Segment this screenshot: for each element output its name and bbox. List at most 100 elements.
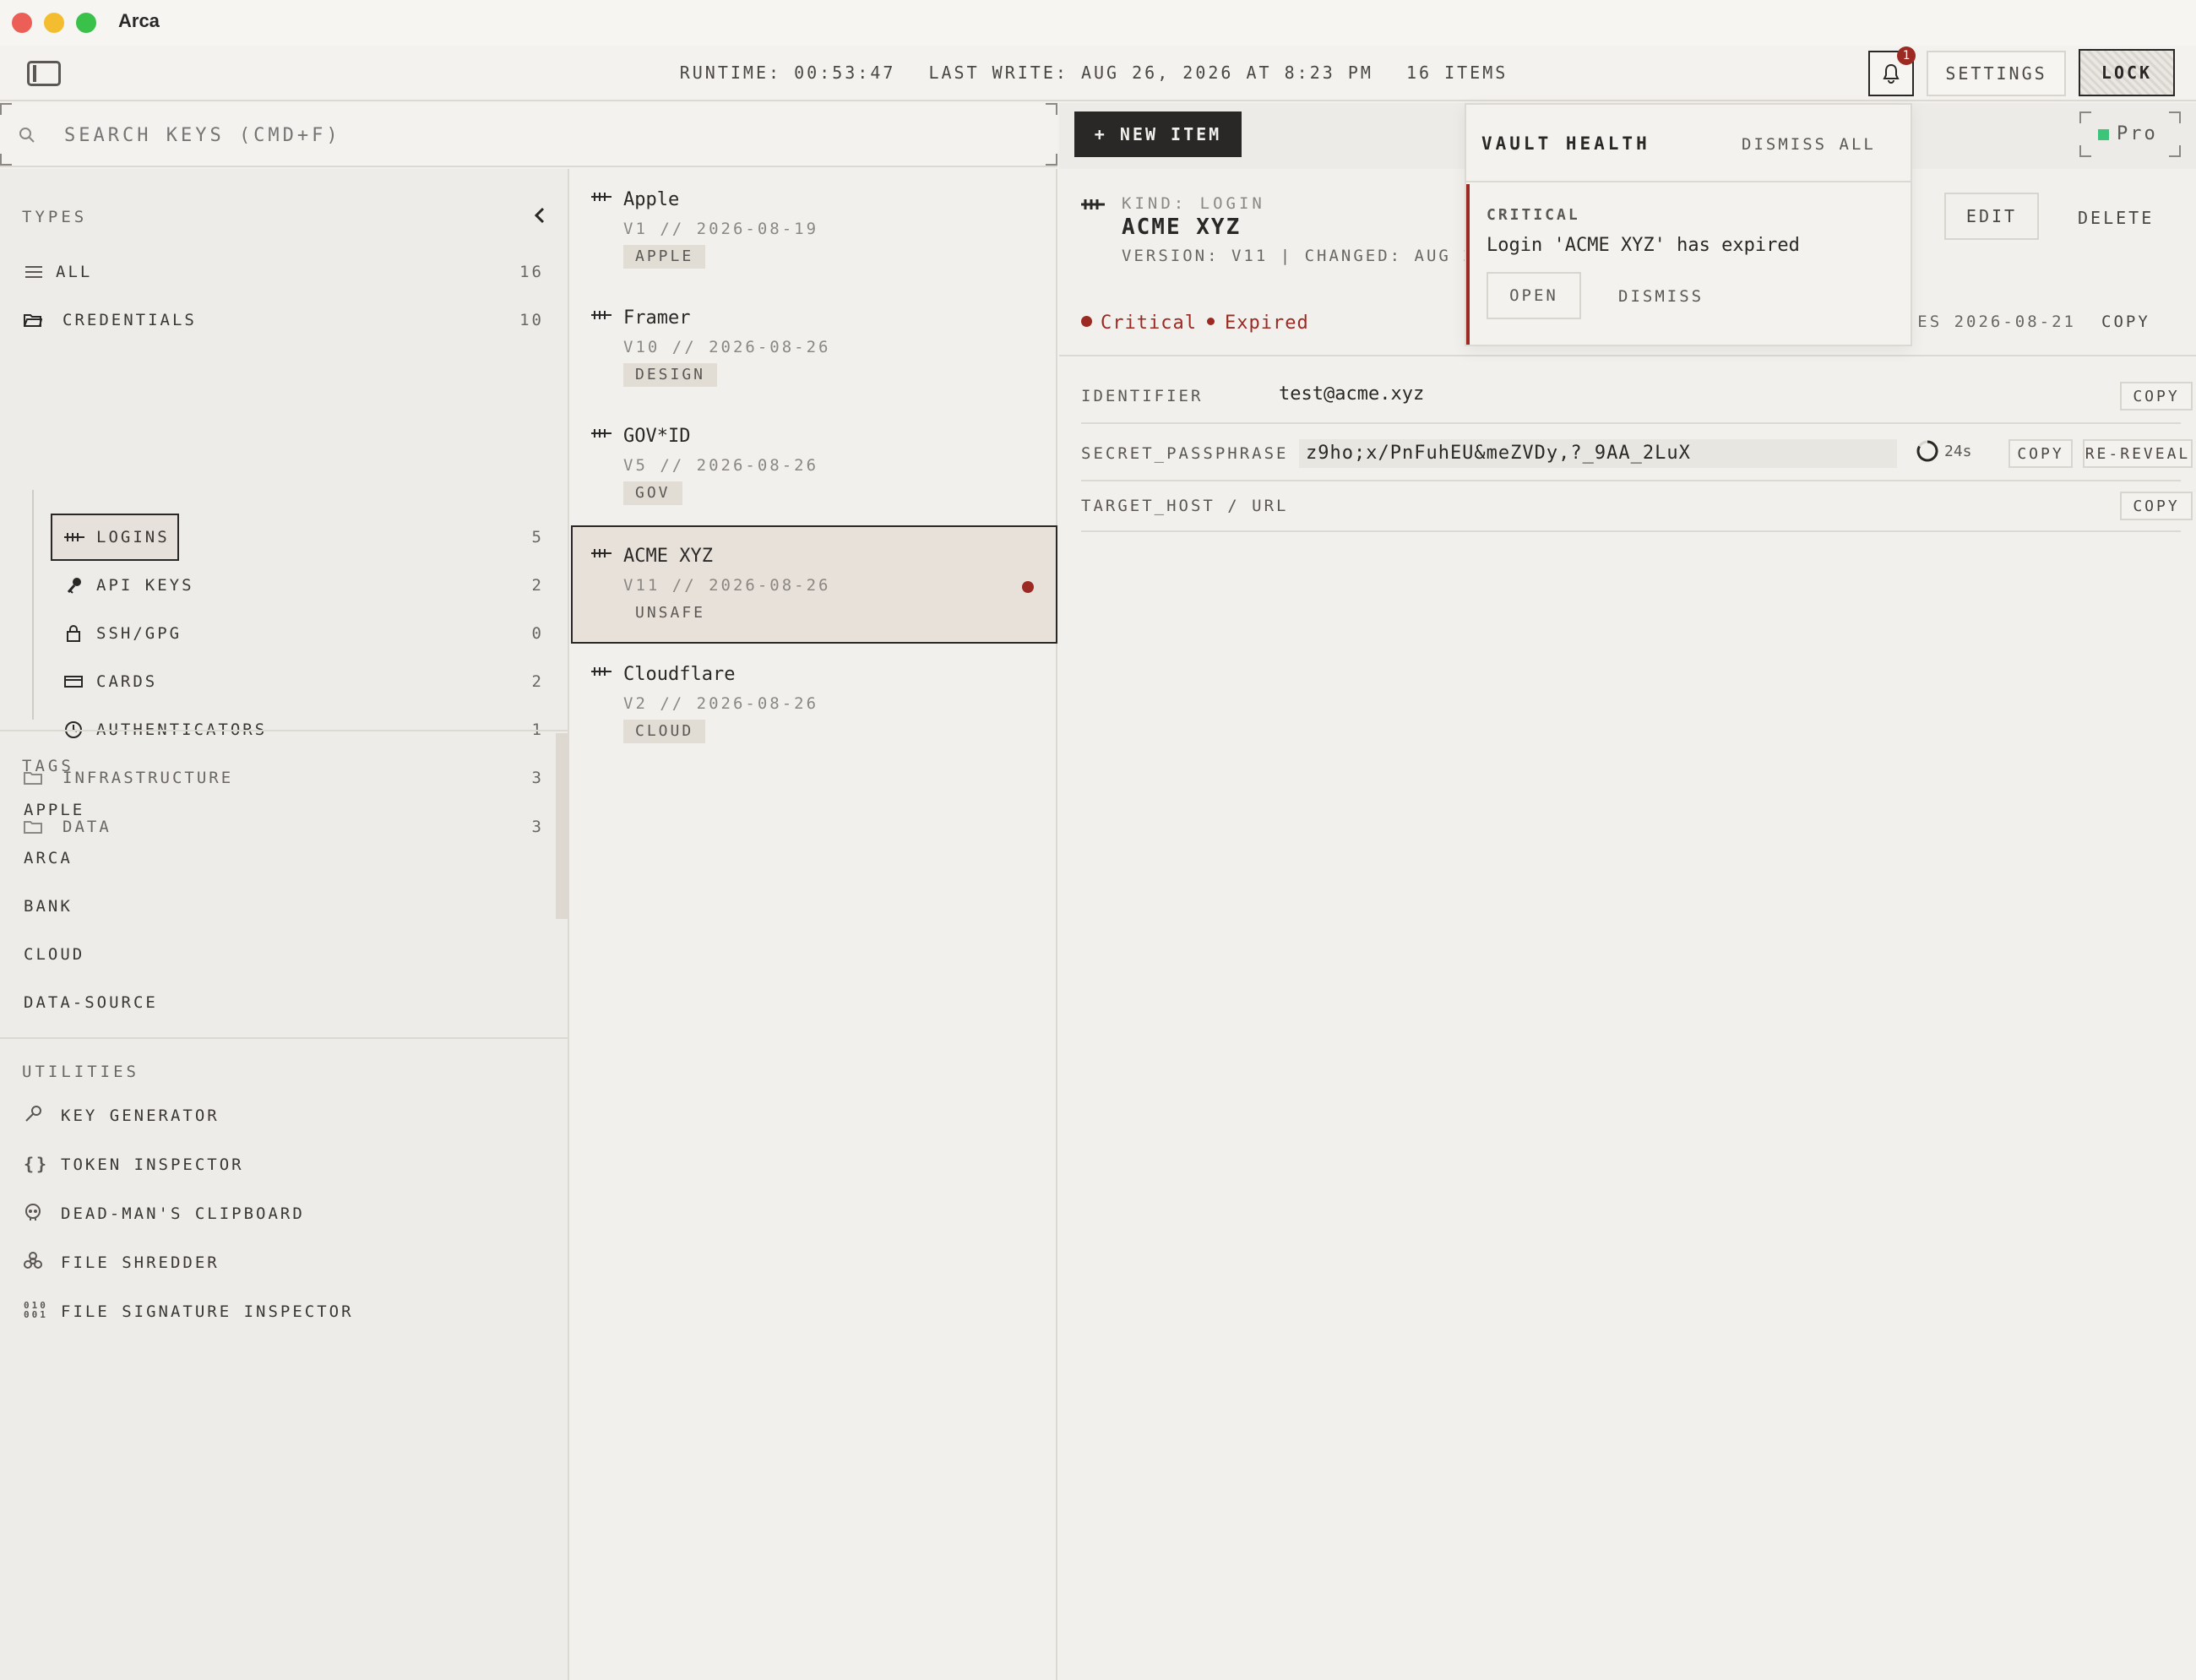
- sidebar-item-cards[interactable]: CARDS 2: [0, 663, 569, 700]
- types-header: TYPES: [22, 208, 88, 226]
- tag-item-bank[interactable]: BANK: [24, 897, 73, 916]
- item-name: ACME XYZ: [623, 546, 713, 567]
- utility-file-shredder[interactable]: FILE SHREDDER: [0, 1247, 569, 1280]
- tag-item-data-source[interactable]: DATA-SOURCE: [24, 993, 158, 1012]
- popover-title: VAULT HEALTH: [1481, 133, 1650, 154]
- popover-header: VAULT HEALTH DISMISS ALL: [1466, 105, 1911, 182]
- sidebar-item-count: 2: [531, 672, 544, 691]
- copy-identifier-button[interactable]: COPY: [2120, 382, 2193, 410]
- utility-label: DEAD-MAN'S CLIPBOARD: [61, 1204, 305, 1223]
- sidebar-item-logins[interactable]: LOGINS 5: [0, 519, 569, 556]
- zoom-window-button[interactable]: [76, 13, 96, 33]
- skull-icon: [24, 1203, 42, 1226]
- sidebar-item-credentials[interactable]: CREDENTIALS 10: [0, 302, 569, 339]
- item-meta: V5 // 2026-08-26: [623, 456, 819, 475]
- field-value[interactable]: test@acme.xyz: [1279, 383, 1424, 405]
- sidebar-item-all[interactable]: ALL 16: [0, 253, 569, 291]
- dismiss-all-button[interactable]: DISMISS ALL: [1742, 135, 1876, 154]
- field-url: TARGET_HOST / URL COPY: [1081, 483, 2193, 532]
- bell-icon: [1883, 63, 1900, 84]
- list-icon: [25, 265, 42, 279]
- key-icon: [24, 1105, 42, 1128]
- login-icon: [591, 549, 612, 557]
- item-name: Cloudflare: [623, 664, 736, 685]
- search-corner-mark: [1046, 103, 1057, 115]
- pro-label: Pro: [2117, 123, 2158, 144]
- sidebar-item-label: LOGINS: [96, 528, 170, 546]
- item-meta: V1 // 2026-08-19: [623, 220, 819, 238]
- copy-url-button[interactable]: COPY: [2120, 492, 2193, 520]
- settings-button[interactable]: SETTINGS: [1927, 51, 2066, 96]
- app-title: Arca: [118, 10, 160, 31]
- open-alert-button[interactable]: OPEN: [1487, 272, 1581, 319]
- re-reveal-button[interactable]: RE-REVEAL: [2083, 439, 2193, 468]
- copy-secret-button[interactable]: COPY: [2008, 439, 2073, 468]
- sidebar-item-api-keys[interactable]: API KEYS 2: [0, 567, 569, 604]
- sidebar-item-label: CARDS: [96, 672, 158, 691]
- field-key: IDENTIFIER: [1081, 387, 1204, 405]
- search-corner-mark: [0, 103, 12, 115]
- sidebar-item-count: 16: [519, 263, 544, 281]
- utility-file-signature-inspector[interactable]: 010 001 FILE SIGNATURE INSPECTOR: [0, 1296, 569, 1329]
- vault-health-popover: VAULT HEALTH DISMISS ALL CRITICAL Login …: [1465, 103, 1912, 346]
- utility-dead-mans-clipboard[interactable]: DEAD-MAN'S CLIPBOARD: [0, 1198, 569, 1231]
- item-name: Apple: [623, 189, 680, 210]
- sidebar-item-ssh-gpg[interactable]: SSH/GPG 0: [0, 615, 569, 652]
- dismiss-alert-button[interactable]: DISMISS: [1618, 287, 1704, 306]
- item-version: VERSION: V11 | CHANGED: AUG 2: [1122, 247, 1468, 265]
- sidebar-item-data[interactable]: DATA 3: [0, 808, 569, 845]
- item-meta: V2 // 2026-08-26: [623, 694, 819, 713]
- item-name: Framer: [623, 307, 691, 329]
- status-critical: Critical: [1101, 313, 1197, 334]
- sidebar-item-infrastructure[interactable]: INFRASTRUCTURE 3: [0, 759, 569, 797]
- list-item[interactable]: Apple V1 // 2026-08-19 APPLE: [571, 169, 1057, 287]
- minimize-window-button[interactable]: [44, 13, 64, 33]
- utility-label: FILE SIGNATURE INSPECTOR: [61, 1302, 354, 1321]
- list-item[interactable]: Cloudflare V2 // 2026-08-26 CLOUD: [571, 644, 1057, 762]
- utility-key-generator[interactable]: KEY GENERATOR: [0, 1100, 569, 1134]
- tag-item-arca[interactable]: ARCA: [24, 849, 73, 867]
- pro-badge[interactable]: Pro: [2079, 111, 2181, 157]
- copy-expiry-button[interactable]: COPY: [2101, 313, 2150, 331]
- sidebar: TYPES ALL 16 CREDENTIALS 10 LOGINS 5 API…: [0, 169, 569, 1680]
- item-tag: GOV: [623, 481, 682, 505]
- utilities-header: UTILITIES: [22, 1063, 139, 1081]
- item-count-readout: 16 ITEMS: [1405, 63, 1508, 83]
- item-meta: V11 // 2026-08-26: [623, 576, 831, 595]
- biohazard-icon: [24, 1252, 42, 1275]
- list-item[interactable]: GOV*ID V5 // 2026-08-26 GOV: [571, 405, 1057, 524]
- lock-button[interactable]: LOCK: [2079, 49, 2175, 96]
- pro-corner-mark: [2079, 145, 2091, 157]
- login-icon: [591, 667, 612, 676]
- chevron-left-icon[interactable]: [532, 206, 547, 225]
- key-icon: [66, 576, 83, 595]
- delete-button[interactable]: DELETE: [2078, 208, 2154, 228]
- tags-scrollbar[interactable]: [556, 733, 569, 919]
- item-tag: UNSAFE: [635, 604, 706, 622]
- status-separator: [1206, 318, 1215, 325]
- runtime-status: RUNTIME: 00:53:47 LAST WRITE: AUG 26, 20…: [0, 63, 2196, 83]
- runtime-readout: RUNTIME: 00:53:47: [679, 63, 896, 83]
- search-bar: [0, 103, 1057, 167]
- secret-value[interactable]: z9ho;x/PnFuhEU&meZVDy,?_9AA_2LuX: [1299, 439, 1897, 468]
- utility-label: FILE SHREDDER: [61, 1253, 220, 1272]
- new-item-button[interactable]: + NEW ITEM: [1074, 111, 1242, 157]
- list-item-selected[interactable]: ACME XYZ V11 // 2026-08-26 UNSAFE: [571, 525, 1057, 644]
- list-item[interactable]: Framer V10 // 2026-08-26 DESIGN: [571, 287, 1057, 405]
- notification-count-badge: 1: [1897, 46, 1916, 65]
- status-expired: Expired: [1224, 313, 1309, 334]
- item-tag: DESIGN: [623, 363, 718, 387]
- item-name: GOV*ID: [623, 426, 691, 447]
- sidebar-item-count: 3: [531, 818, 544, 836]
- search-input[interactable]: [64, 120, 993, 150]
- close-window-button[interactable]: [12, 13, 32, 33]
- edit-button[interactable]: EDIT: [1944, 193, 2039, 240]
- utility-token-inspector[interactable]: {} TOKEN INSPECTOR: [0, 1149, 569, 1183]
- field-secret: SECRET_PASSPHRASE z9ho;x/PnFuhEU&meZVDy,…: [1081, 426, 2193, 481]
- tag-item-apple[interactable]: APPLE: [24, 801, 84, 819]
- sidebar-item-count: 0: [531, 624, 544, 643]
- tag-item-cloud[interactable]: CLOUD: [24, 945, 84, 964]
- sidebar-item-count: 3: [531, 769, 544, 787]
- item-tag: CLOUD: [623, 720, 706, 743]
- timer-text: 24s: [1944, 442, 1972, 460]
